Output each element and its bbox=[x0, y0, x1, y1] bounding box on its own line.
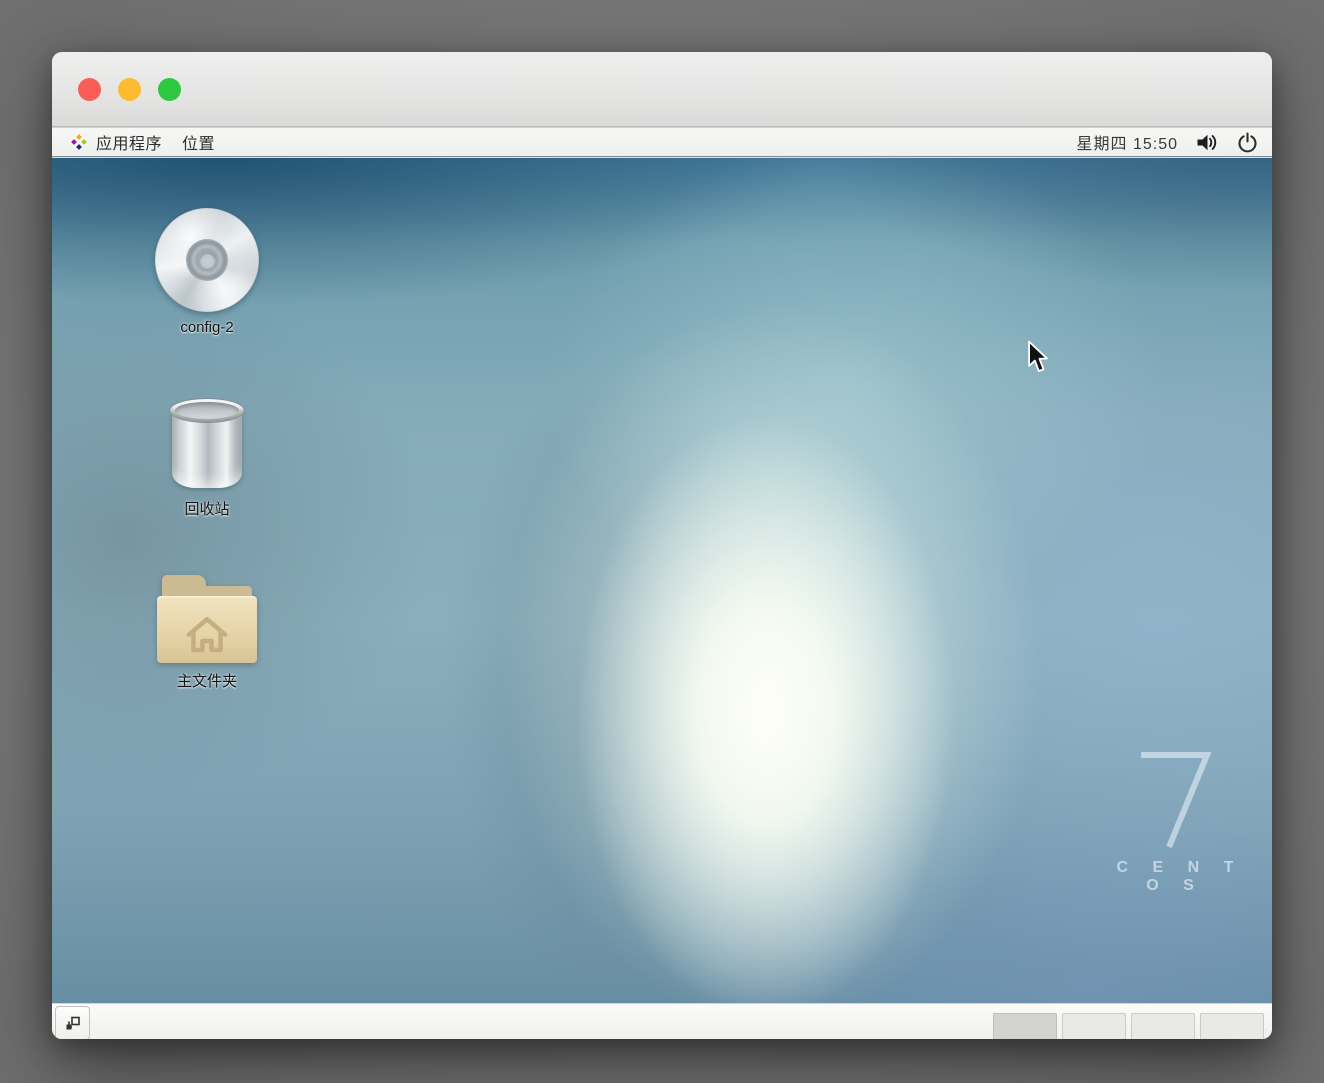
applications-menu-label: 应用程序 bbox=[96, 130, 162, 154]
house-glyph bbox=[178, 609, 236, 653]
centos-seven-glyph bbox=[1133, 749, 1217, 849]
workspace-pane-3[interactable] bbox=[1131, 1013, 1195, 1039]
desktop-icon-home[interactable]: 主文件夹 bbox=[143, 575, 271, 691]
volume-icon[interactable] bbox=[1196, 133, 1219, 152]
panel-status-area: 星期四 15:50 bbox=[1077, 130, 1259, 154]
workspace-switcher bbox=[993, 1013, 1264, 1039]
home-folder-icon bbox=[157, 575, 257, 663]
applications-menu[interactable]: 应用程序 bbox=[60, 128, 172, 156]
host-background: 应用程序 位置 星期四 15:50 bbox=[0, 0, 1324, 1083]
centos-wordmark: C E N T O S bbox=[1100, 859, 1250, 895]
vm-window: 应用程序 位置 星期四 15:50 bbox=[52, 52, 1272, 1039]
places-menu-label: 位置 bbox=[182, 130, 215, 154]
trash-icon bbox=[169, 398, 245, 491]
power-icon[interactable] bbox=[1237, 132, 1258, 153]
window-titlebar[interactable] bbox=[52, 52, 1272, 127]
minimize-button[interactable] bbox=[118, 78, 141, 101]
show-desktop-icon bbox=[64, 1015, 81, 1032]
zoom-button[interactable] bbox=[158, 78, 181, 101]
close-button[interactable] bbox=[78, 78, 101, 101]
show-desktop-button[interactable] bbox=[55, 1006, 90, 1039]
desktop-icon-label: 主文件夹 bbox=[177, 670, 237, 691]
desktop-icon-trash[interactable]: 回收站 bbox=[143, 398, 271, 519]
centos-watermark: C E N T O S bbox=[1100, 749, 1250, 895]
mouse-cursor bbox=[1026, 340, 1050, 374]
desktop[interactable]: config-2 回收站 bbox=[52, 158, 1272, 1003]
places-menu[interactable]: 位置 bbox=[172, 128, 225, 156]
workspace-pane-1[interactable] bbox=[993, 1013, 1057, 1039]
desktop-icon-label: 回收站 bbox=[184, 498, 229, 519]
workspace-pane-4[interactable] bbox=[1200, 1013, 1264, 1039]
optical-disc-icon bbox=[155, 208, 259, 312]
clock[interactable]: 星期四 15:50 bbox=[1077, 130, 1179, 154]
top-panel: 应用程序 位置 星期四 15:50 bbox=[52, 127, 1272, 157]
bottom-panel bbox=[52, 1003, 1272, 1039]
desktop-icon-config-2[interactable]: config-2 bbox=[143, 208, 271, 337]
desktop-icon-label: config-2 bbox=[180, 319, 233, 336]
applications-icon bbox=[70, 133, 88, 151]
workspace-pane-2[interactable] bbox=[1062, 1013, 1126, 1039]
